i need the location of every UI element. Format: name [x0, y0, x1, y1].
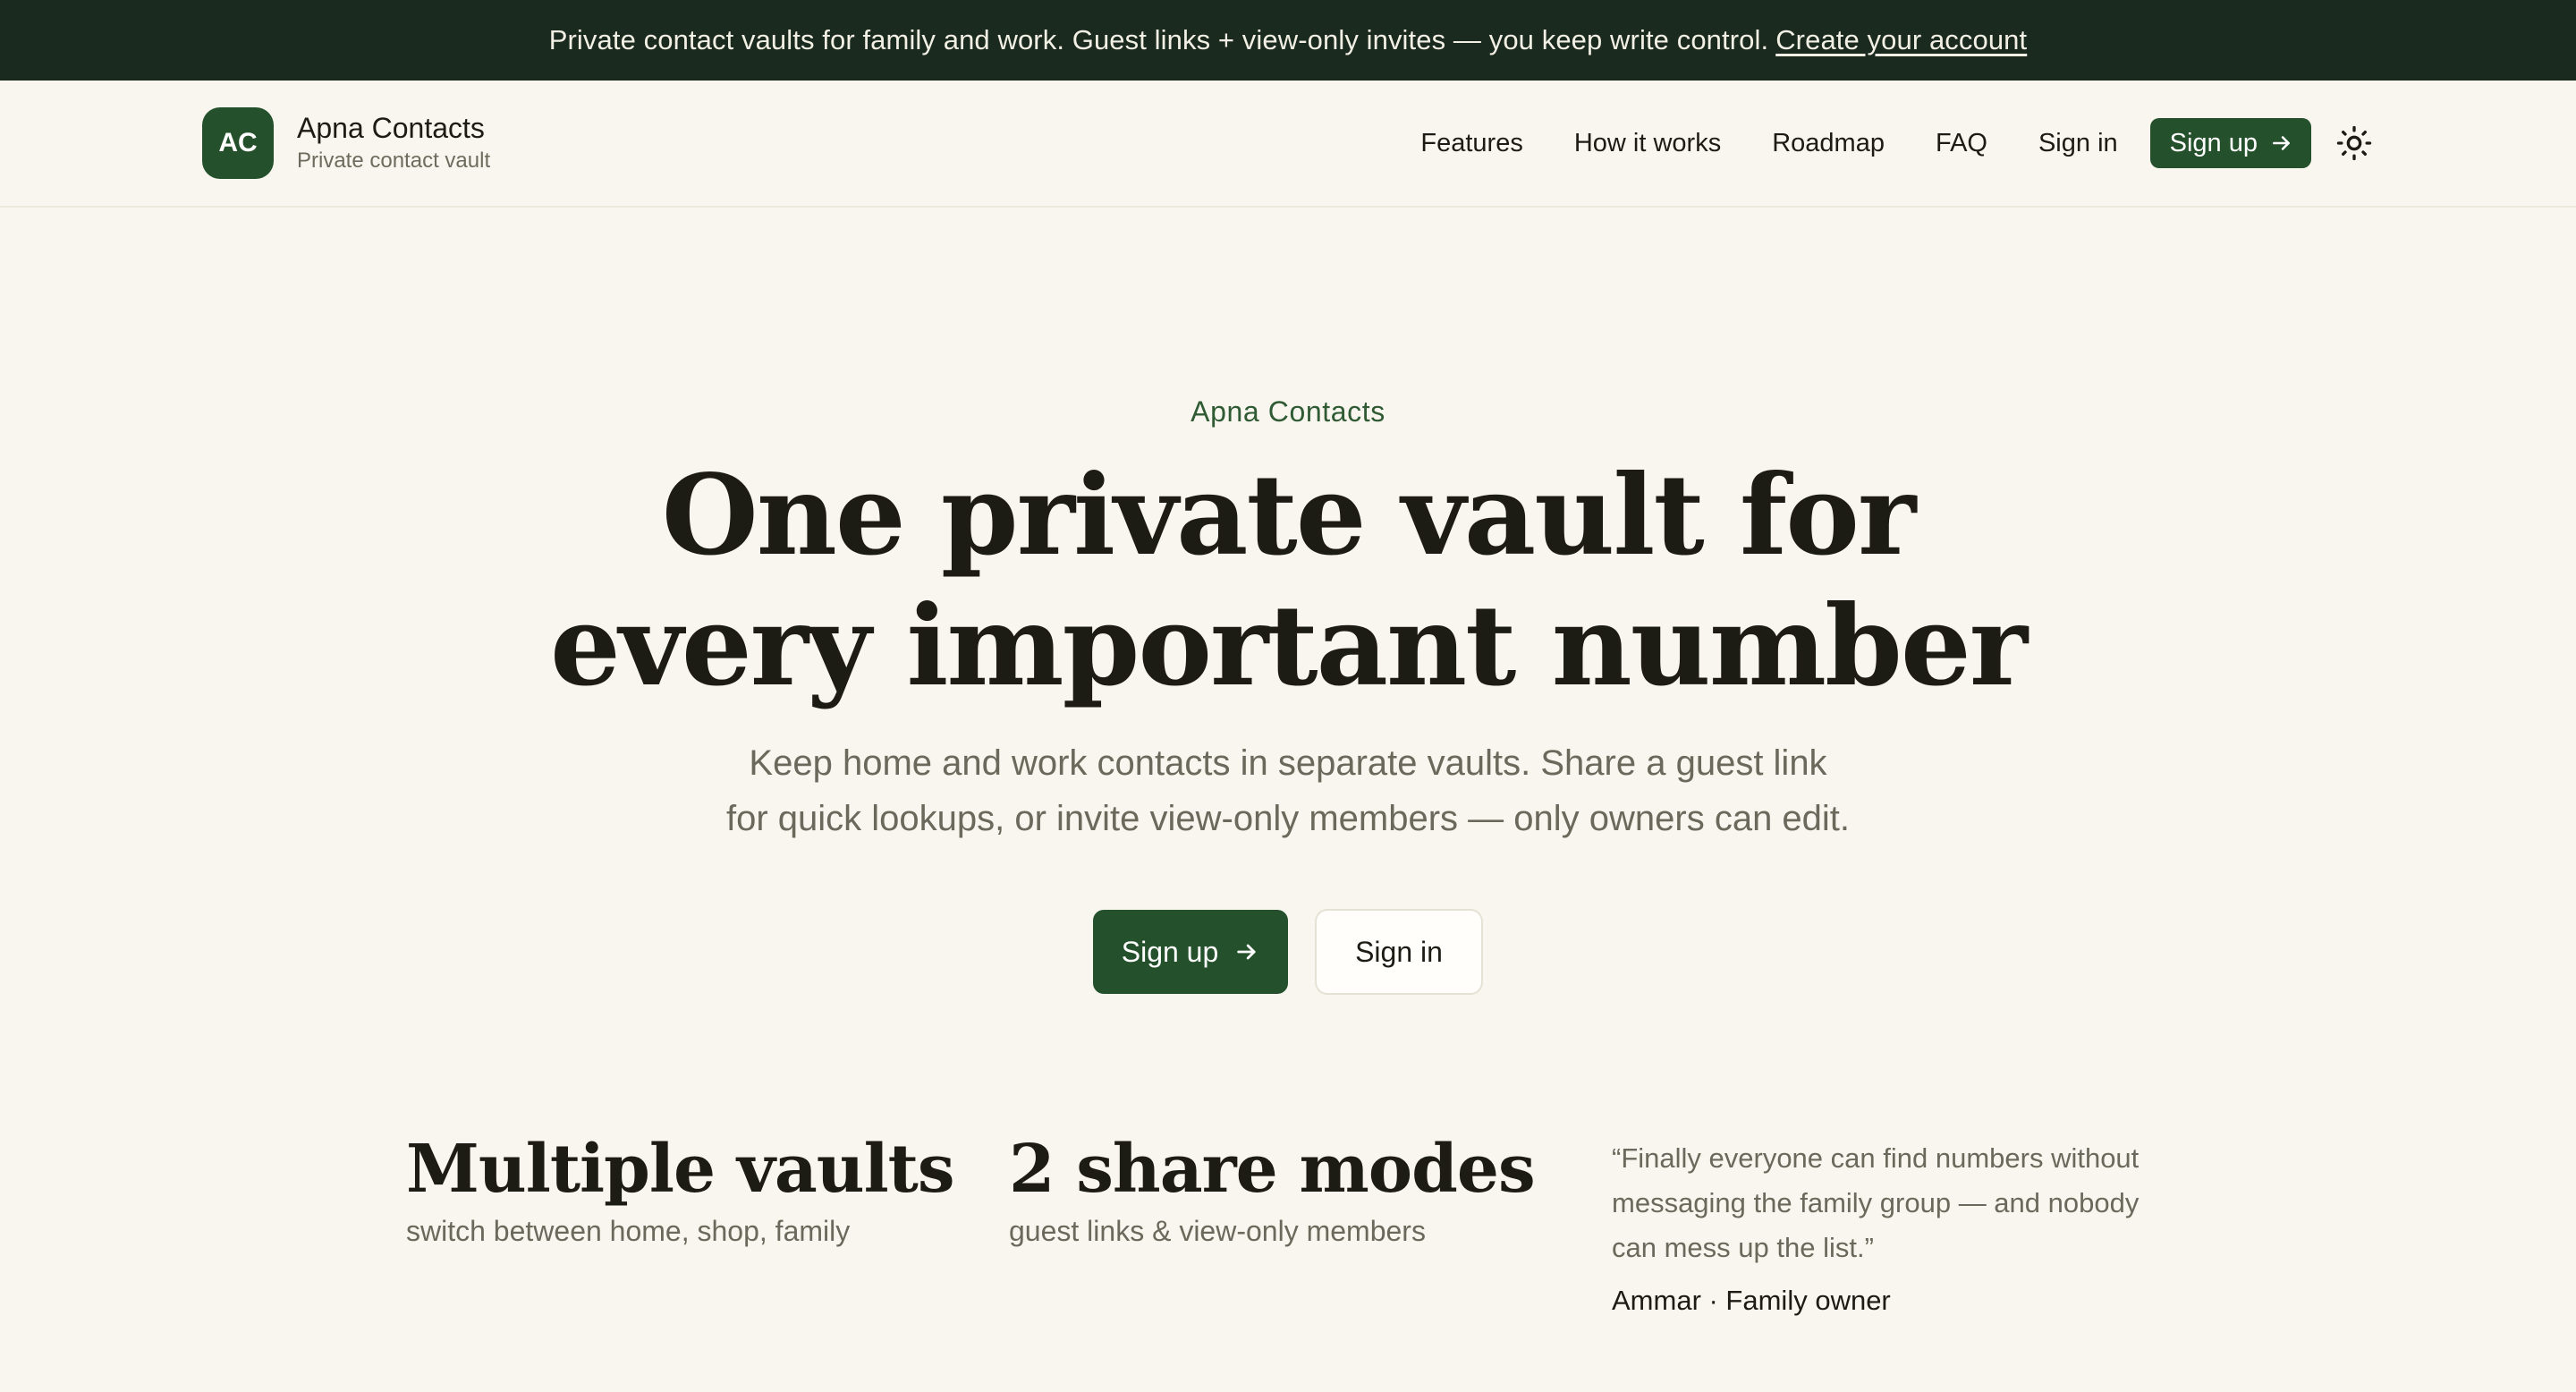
brand-name: Apna Contacts — [297, 112, 485, 144]
nav-how-it-works[interactable]: How it works — [1574, 129, 1721, 158]
testimonial-quote: “Finally everyone can find numbers witho… — [1612, 1136, 2184, 1270]
subhead-line-1: Keep home and work contacts in separate … — [749, 743, 1827, 783]
testimonial-author: Ammar · Family owner — [1612, 1285, 1891, 1316]
nav-sign-up-label: Sign up — [2169, 128, 2258, 157]
main-nav: Features How it works Roadmap FAQ Sign i… — [1420, 118, 2374, 168]
stats-section: Multiple vaults switch between home, sho… — [0, 1129, 2576, 1317]
brand-text: Apna Contacts Private contact vault — [297, 111, 490, 175]
cta-row: Sign up Sign in — [0, 909, 2576, 995]
hero-sign-in-button[interactable]: Sign in — [1315, 909, 1483, 995]
nav-sign-in[interactable]: Sign in — [2038, 129, 2118, 158]
headline-line-1: One private vault for — [661, 451, 1917, 581]
site-header: AC Apna Contacts Private contact vault F… — [0, 81, 2576, 208]
stat-title: 2 share modes — [1009, 1131, 1536, 1208]
hero-headline: One private vault for every important nu… — [0, 451, 2576, 712]
sun-icon — [2336, 125, 2372, 161]
stat-subtitle: guest links & view-only members — [1009, 1215, 1426, 1247]
hero-sign-up-button[interactable]: Sign up — [1093, 910, 1288, 994]
nav-faq[interactable]: FAQ — [1936, 129, 1987, 158]
announcement-bar: Private contact vaults for family and wo… — [0, 0, 2576, 81]
hero-sign-up-label: Sign up — [1121, 935, 1219, 968]
quote-line-2: messaging the family group — and nobody — [1612, 1187, 2140, 1218]
hero-section: Apna Contacts One private vault for ever… — [0, 394, 2576, 995]
hero-eyebrow: Apna Contacts — [1191, 395, 1385, 428]
nav-roadmap[interactable]: Roadmap — [1772, 129, 1885, 158]
quote-line-1: “Finally everyone can find numbers witho… — [1612, 1142, 2140, 1174]
logo: AC — [202, 107, 274, 179]
stat-subtitle: switch between home, shop, family — [406, 1215, 851, 1247]
stat-vaults: Multiple vaults switch between home, sho… — [406, 1129, 1009, 1317]
testimonial: “Finally everyone can find numbers witho… — [1612, 1129, 2184, 1317]
headline-line-2: every important number — [549, 581, 2028, 711]
announcement-text: Private contact vaults for family and wo… — [548, 24, 1769, 55]
theme-toggle[interactable] — [2334, 123, 2374, 163]
nav-features[interactable]: Features — [1420, 129, 1522, 158]
nav-sign-up-button[interactable]: Sign up — [2149, 118, 2311, 168]
brand-tagline: Private contact vault — [297, 149, 491, 173]
stat-title: Multiple vaults — [406, 1131, 955, 1208]
arrow-right-icon — [1237, 944, 1256, 960]
arrow-right-icon — [2273, 136, 2290, 150]
hero-subhead: Keep home and work contacts in separate … — [707, 735, 1869, 846]
subhead-line-2: for quick lookups, or invite view-only m… — [725, 799, 1851, 838]
brand[interactable]: AC Apna Contacts Private contact vault — [202, 107, 490, 179]
quote-line-3: can mess up the list.” — [1612, 1232, 1874, 1263]
create-account-link[interactable]: Create your account — [1775, 24, 2027, 56]
stat-share-modes: 2 share modes guest links & view-only me… — [1009, 1129, 1612, 1317]
